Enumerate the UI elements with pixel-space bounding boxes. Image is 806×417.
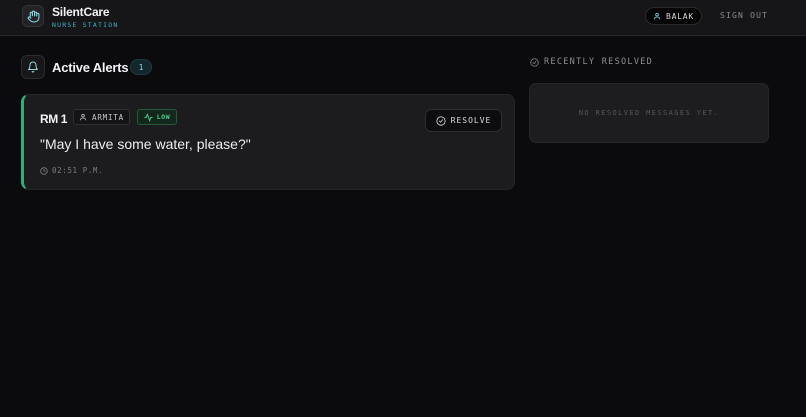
alert-card: RM 1 ARMITA LOW RESOLVE "May I have some… xyxy=(21,94,515,190)
resolve-label: RESOLVE xyxy=(450,116,492,125)
patient-name: ARMITA xyxy=(92,112,124,122)
user-name: BALAK xyxy=(665,11,695,21)
priority-badge: LOW xyxy=(137,109,177,125)
bell-icon xyxy=(27,61,39,73)
resolved-list-empty: NO RESOLVED MESSAGES YET. xyxy=(529,83,769,143)
logo xyxy=(22,5,44,27)
check-circle-icon xyxy=(530,57,539,67)
recently-resolved-title: RECENTLY RESOLVED xyxy=(544,57,654,67)
alerts-count-badge: 1 xyxy=(130,59,152,75)
top-header: SilentCare NURSE STATION BALAK SIGN OUT xyxy=(0,0,806,36)
user-menu[interactable]: BALAK xyxy=(645,7,702,25)
active-alerts-title: Active Alerts xyxy=(52,60,129,75)
app-subtitle: NURSE STATION xyxy=(52,21,119,29)
activity-icon xyxy=(144,113,153,122)
alert-time: 02:51 P.M. xyxy=(52,166,104,175)
recently-resolved-heading: RECENTLY RESOLVED xyxy=(530,57,653,67)
clock-icon xyxy=(40,166,48,175)
alert-timestamp: 02:51 P.M. xyxy=(40,166,103,175)
empty-state-text: NO RESOLVED MESSAGES YET. xyxy=(578,109,720,117)
alerts-icon-box xyxy=(21,55,45,79)
app-name: SilentCare xyxy=(52,5,110,19)
user-icon xyxy=(79,113,87,121)
check-circle-icon xyxy=(436,115,446,126)
resolve-button[interactable]: RESOLVE xyxy=(425,109,502,132)
sign-out-button[interactable]: SIGN OUT xyxy=(720,11,768,20)
priority-label: LOW xyxy=(156,113,171,121)
room-label: RM 1 xyxy=(40,112,68,126)
user-icon xyxy=(653,12,661,20)
patient-tag: ARMITA xyxy=(73,109,130,125)
hand-icon xyxy=(27,10,40,23)
alert-message: "May I have some water, please?" xyxy=(40,136,251,152)
